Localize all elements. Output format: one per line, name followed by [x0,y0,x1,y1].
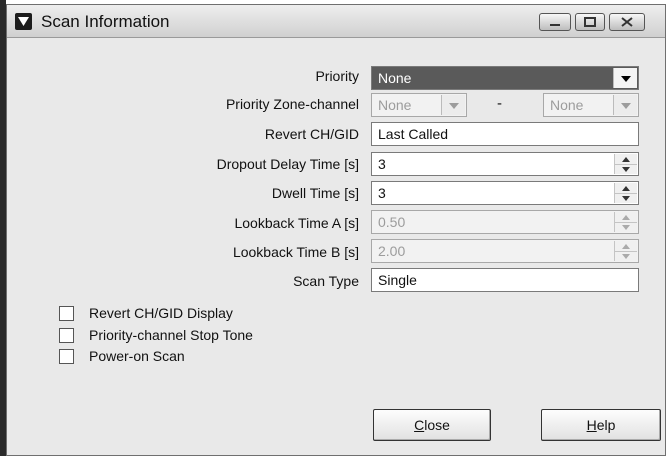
chevron-down-icon [621,76,631,82]
help-button[interactable]: Help [541,409,661,441]
revert-chgid-label: Revert CH/GID [264,126,359,142]
arrow-up-icon [622,186,630,191]
lookback-b-value: 2.00 [378,243,406,259]
checkbox-label: Power-on Scan [89,348,185,364]
arrow-down-icon [622,254,630,259]
zone-separator: - [497,95,502,112]
dwell-time-spinner[interactable]: 3 [371,181,639,205]
chevron-down-icon [449,103,459,109]
close-button-label: lose [424,417,450,433]
checkbox-label: Revert CH/GID Display [89,305,233,321]
priority-value: None [378,70,412,86]
channel-value: None [550,97,584,113]
minimize-icon [550,24,560,26]
arrow-down-icon [622,167,630,172]
maximize-icon [584,17,596,27]
spin-down-button[interactable] [615,193,637,203]
close-window-button[interactable] [609,13,645,31]
minimize-button[interactable] [539,13,571,31]
revert-chgid-field[interactable]: Last Called [371,122,639,146]
arrow-up-icon [622,244,630,249]
lookback-a-label: Lookback Time A [s] [234,215,359,231]
spin-down-button[interactable] [615,251,637,261]
help-button-label: elp [596,417,616,433]
close-button[interactable]: Close [373,409,491,441]
channel-dropdown-button[interactable] [613,95,637,115]
dwell-time-label: Dwell Time [s] [271,185,359,201]
window-title: Scan Information [41,12,170,31]
app-icon [15,13,32,30]
priority-zone-channel-label: Priority Zone-channel [225,96,359,112]
priority-dropdown-button[interactable] [613,68,637,88]
zone-dropdown-button[interactable] [441,95,465,115]
help-button-mnemonic: H [586,417,597,433]
zone-select[interactable]: None [371,93,467,117]
lookback-a-spin-buttons[interactable] [614,212,637,232]
lookback-a-spinner[interactable]: 0.50 [371,210,639,234]
close-icon [621,17,633,27]
zone-value: None [378,97,412,113]
dwell-time-spin-buttons[interactable] [614,183,637,203]
dropout-delay-value: 3 [378,156,386,172]
arrow-down-icon [622,196,630,201]
spin-down-button[interactable] [615,222,637,232]
priority-channel-stop-tone-checkbox[interactable] [59,328,74,343]
priority-label: Priority [315,68,359,84]
chevron-down-icon [621,103,631,109]
revert-chgid-value: Last Called [378,126,449,142]
lookback-b-spinner[interactable]: 2.00 [371,239,639,263]
title-bar: Scan Information [7,5,665,38]
dropout-delay-label: Dropout Delay Time [s] [216,156,359,172]
arrow-up-icon [622,157,630,162]
arrow-down-icon [622,225,630,230]
checkbox-label: Priority-channel Stop Tone [89,327,253,343]
revert-chgid-display-checkbox[interactable] [59,306,74,321]
scan-type-label: Scan Type [293,273,359,289]
lookback-b-label: Lookback Time B [s] [232,244,359,260]
lookback-a-value: 0.50 [378,214,406,230]
dwell-time-value: 3 [378,185,386,201]
dropout-delay-spin-buttons[interactable] [614,154,637,174]
power-on-scan-checkbox[interactable] [59,349,74,364]
dropout-delay-spinner[interactable]: 3 [371,152,639,176]
channel-select[interactable]: None [543,93,639,117]
scan-type-field[interactable]: Single [371,268,639,292]
close-button-mnemonic: C [414,417,425,433]
scan-type-value: Single [378,272,417,288]
priority-dropdown[interactable]: None [371,66,639,90]
lookback-b-spin-buttons[interactable] [614,241,637,261]
maximize-button[interactable] [575,13,605,31]
spin-down-button[interactable] [615,164,637,174]
scan-information-dialog: Scan Information Priority None Priority … [6,4,666,456]
arrow-up-icon [622,215,630,220]
